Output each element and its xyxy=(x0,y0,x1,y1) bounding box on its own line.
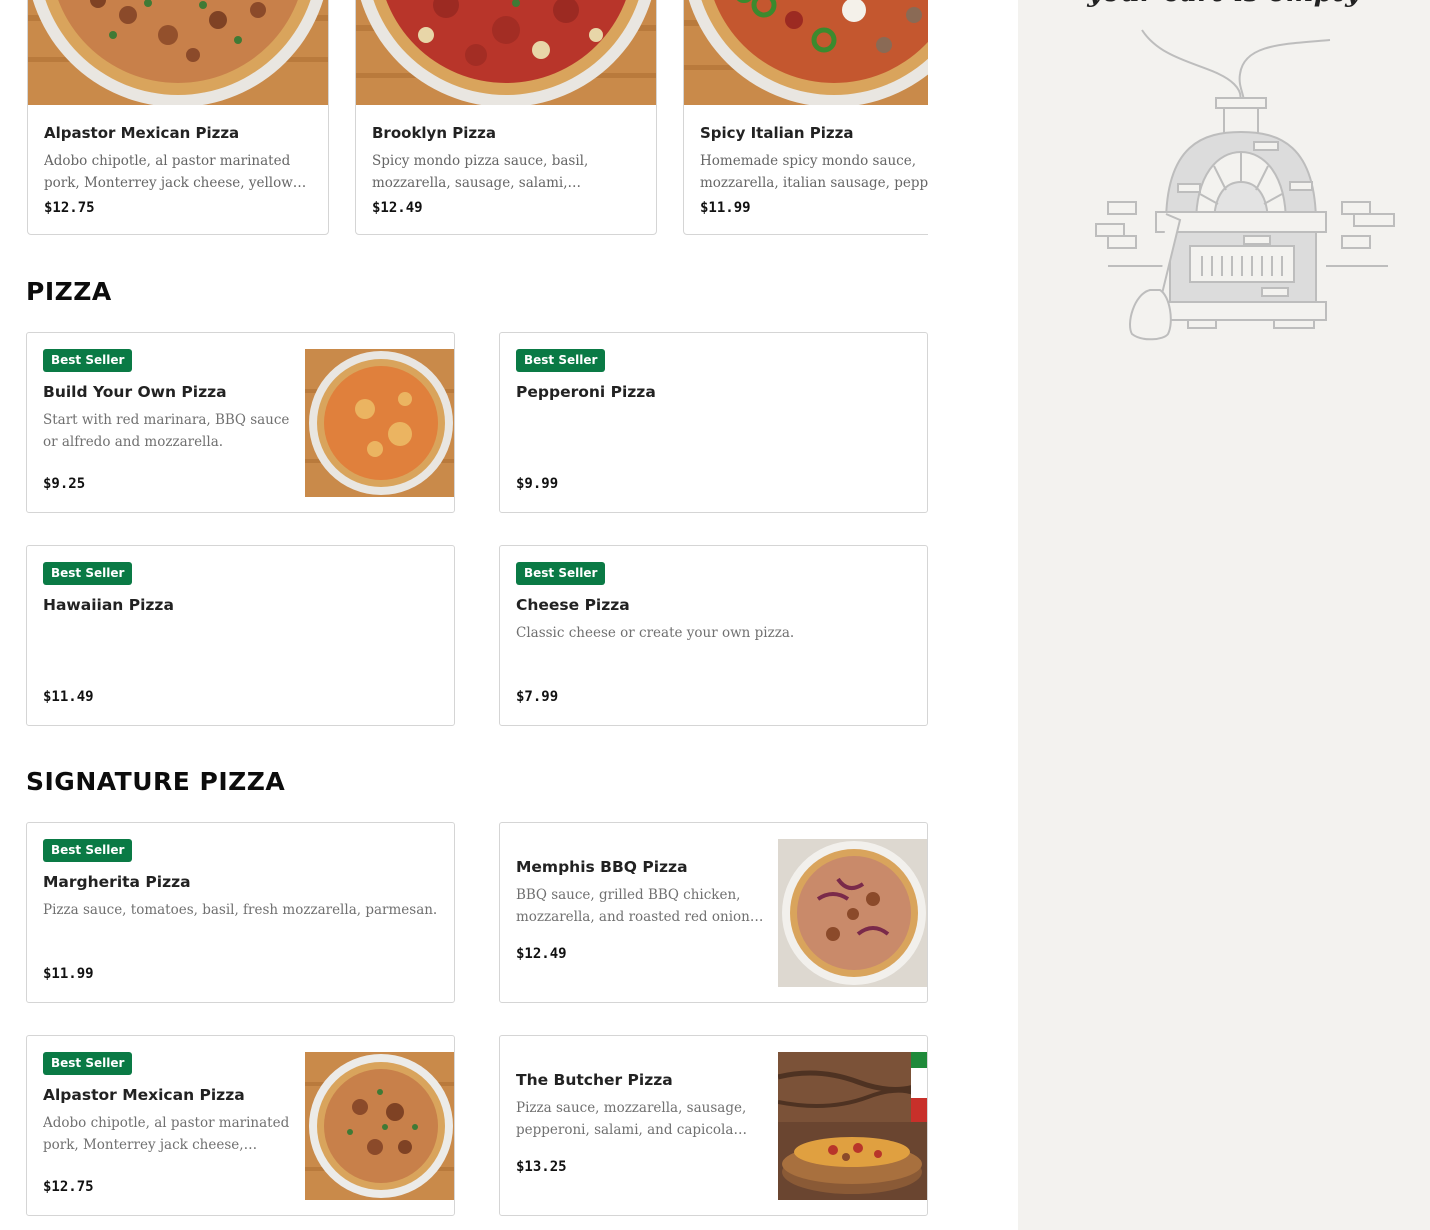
best-seller-badge: Best Seller xyxy=(43,349,133,372)
menu-item-the-butcher[interactable]: The Butcher Pizza Pizza sauce, mozzarell… xyxy=(499,1035,928,1216)
menu-item-pepperoni[interactable]: Best Seller Pepperoni Pizza $9.99 xyxy=(499,332,928,513)
featured-card-brooklyn[interactable]: Brooklyn Pizza Spicy mondo pizza sauce, … xyxy=(355,0,657,235)
build-your-own-pizza-image xyxy=(305,349,454,497)
featured-card-spicy-italian[interactable]: Spicy Italian Pizza Homemade spicy mondo… xyxy=(683,0,928,235)
item-description: Start with red marinara, BBQ sauce or al… xyxy=(43,412,290,450)
section-title-pizza: PIZZA xyxy=(26,277,112,306)
featured-carousel: Alpastor Mexican Pizza Adobo chipotle, a… xyxy=(0,0,928,240)
featured-item-description: Homemade spicy mondo sauce, mozzarella, … xyxy=(700,153,928,191)
featured-item-name: Alpastor Mexican Pizza xyxy=(44,124,240,142)
item-price: $12.75 xyxy=(43,1179,94,1195)
item-name: The Butcher Pizza xyxy=(516,1071,673,1089)
best-seller-badge: Best Seller xyxy=(43,1052,133,1075)
best-seller-badge: Best Seller xyxy=(43,562,133,585)
item-description: Pizza sauce, tomatoes, basil, fresh mozz… xyxy=(43,902,438,918)
featured-item-name: Brooklyn Pizza xyxy=(372,124,496,142)
alpastor-pizza-image xyxy=(28,0,328,105)
featured-item-price: $12.49 xyxy=(372,200,423,216)
menu-item-margherita[interactable]: Best Seller Margherita Pizza Pizza sauce… xyxy=(26,822,455,1003)
item-price: $7.99 xyxy=(516,689,559,705)
item-description: Pizza sauce, mozzarella, sausage, pepper… xyxy=(516,1100,747,1138)
menu-item-build-your-own[interactable]: Best Seller Build Your Own Pizza Start w… xyxy=(26,332,455,513)
featured-card-alpastor[interactable]: Alpastor Mexican Pizza Adobo chipotle, a… xyxy=(27,0,329,235)
menu-item-hawaiian[interactable]: Best Seller Hawaiian Pizza $11.49 xyxy=(26,545,455,726)
featured-item-name: Spicy Italian Pizza xyxy=(700,124,854,142)
pizza-oven-illustration xyxy=(1094,24,1400,344)
best-seller-badge: Best Seller xyxy=(516,562,606,585)
best-seller-badge: Best Seller xyxy=(43,839,133,862)
item-name: Hawaiian Pizza xyxy=(43,596,174,614)
item-price: $11.99 xyxy=(43,966,94,982)
item-price: $13.25 xyxy=(516,1159,567,1175)
featured-item-price: $12.75 xyxy=(44,200,95,216)
item-name: Pepperoni Pizza xyxy=(516,383,656,401)
item-name: Build Your Own Pizza xyxy=(43,383,227,401)
alpastor-mexican-pizza-image xyxy=(305,1052,454,1200)
featured-item-price: $11.99 xyxy=(700,200,751,216)
item-price: $9.25 xyxy=(43,476,86,492)
menu-item-alpastor-mexican[interactable]: Best Seller Alpastor Mexican Pizza Adobo… xyxy=(26,1035,455,1216)
item-name: Margherita Pizza xyxy=(43,873,191,891)
memphis-bbq-pizza-image xyxy=(778,839,927,987)
item-price: $11.49 xyxy=(43,689,94,705)
item-name: Cheese Pizza xyxy=(516,596,630,614)
item-description: Adobo chipotle, al pastor marinated pork… xyxy=(43,1115,290,1153)
the-butcher-pizza-image xyxy=(778,1052,927,1200)
item-description: BBQ sauce, grilled BBQ chicken, mozzarel… xyxy=(516,887,750,925)
brooklyn-pizza-image xyxy=(356,0,656,105)
item-price: $12.49 xyxy=(516,946,567,962)
item-name: Memphis BBQ Pizza xyxy=(516,858,688,876)
item-name: Alpastor Mexican Pizza xyxy=(43,1086,245,1104)
cart-empty-text: your cart is empty xyxy=(1018,0,1430,8)
item-price: $9.99 xyxy=(516,476,559,492)
section-title-signature-pizza: SIGNATURE PIZZA xyxy=(26,767,286,796)
menu-item-memphis-bbq[interactable]: Memphis BBQ Pizza BBQ sauce, grilled BBQ… xyxy=(499,822,928,1003)
best-seller-badge: Best Seller xyxy=(516,349,606,372)
spicy-italian-pizza-image xyxy=(684,0,928,105)
featured-item-description: Adobo chipotle, al pastor marinated pork… xyxy=(44,153,293,191)
featured-item-description: Spicy mondo pizza sauce, basil, mozzarel… xyxy=(372,153,589,191)
item-description: Classic cheese or create your own pizza. xyxy=(516,625,795,641)
menu-item-cheese[interactable]: Best Seller Cheese Pizza Classic cheese … xyxy=(499,545,928,726)
cart-panel: your cart is empty xyxy=(1018,0,1430,1230)
